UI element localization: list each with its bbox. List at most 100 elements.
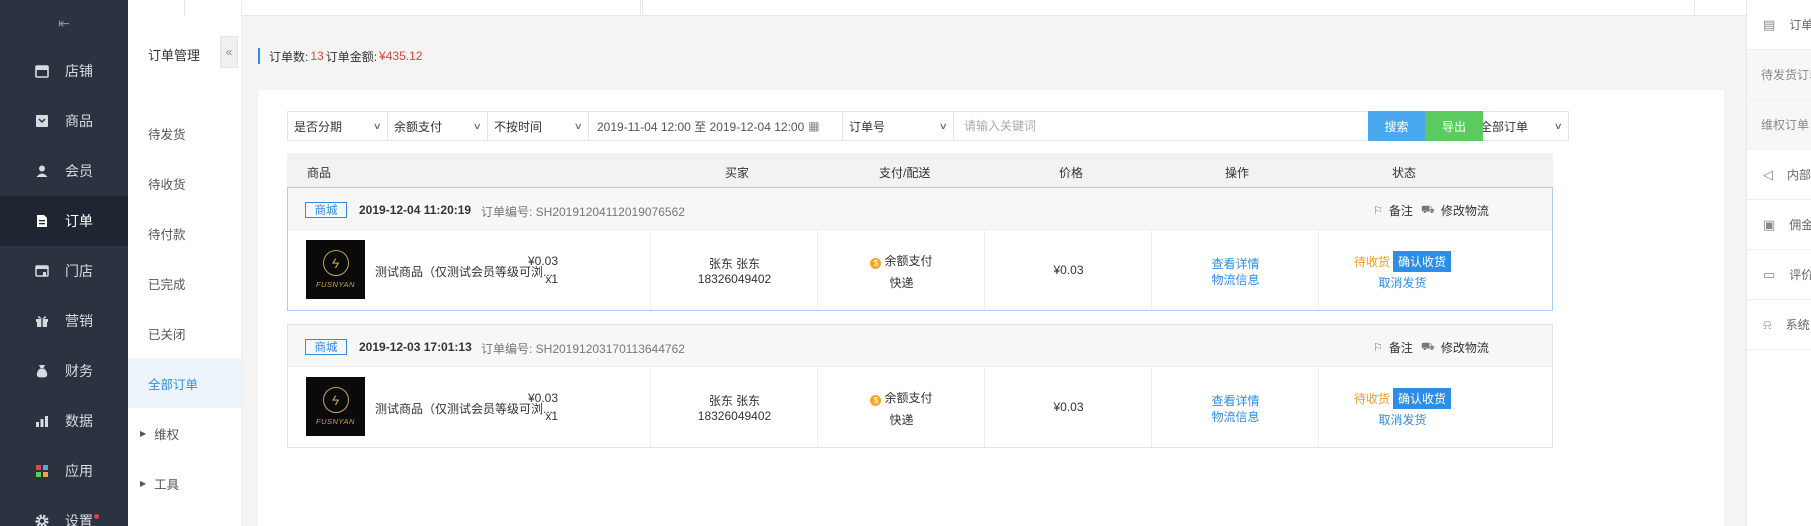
top-bar bbox=[184, 0, 1746, 16]
product-name[interactable]: 测试商品（仅测试会员等级可浏... bbox=[375, 263, 553, 280]
member-icon bbox=[33, 162, 51, 180]
sidebar-item-label: 应用 bbox=[65, 463, 93, 479]
submenu-item-rights[interactable]: ▶ 维权 bbox=[128, 408, 241, 458]
sidebar-item-store[interactable]: 店铺 bbox=[0, 46, 128, 96]
remark-button[interactable]: ⚐ 备注 bbox=[1373, 339, 1413, 356]
right-panel-label: 佣金 bbox=[1789, 218, 1811, 232]
date-range-picker[interactable]: 2019-11-04 12:00 至 2019-12-04 12:00 ▦ bbox=[589, 112, 843, 140]
select-value: 是否分期 bbox=[294, 119, 343, 134]
payment-select[interactable]: 余额支付 ∨ bbox=[388, 112, 488, 140]
submenu-item-tools[interactable]: ▶ 工具 bbox=[128, 458, 241, 508]
collapse-menu-icon[interactable]: ⇤ bbox=[0, 0, 128, 46]
sidebar-item-label: 设置 bbox=[65, 513, 93, 526]
view-details-link[interactable]: 查看详情 bbox=[1152, 392, 1319, 409]
confirm-receipt-button[interactable]: 确认收货 bbox=[1393, 388, 1452, 409]
sidebar-item-members[interactable]: 会员 bbox=[0, 146, 128, 196]
right-panel-item-commission[interactable]: ▣ 佣金 bbox=[1747, 200, 1811, 250]
logistics-info-link[interactable]: 物流信息 bbox=[1152, 408, 1319, 425]
right-panel-item-reviews[interactable]: ▭ 评价 bbox=[1747, 250, 1811, 300]
sidebar-item-products[interactable]: 商品 bbox=[0, 96, 128, 146]
submenu-item-pending-payment[interactable]: 待付款 bbox=[128, 208, 241, 258]
edit-logistics-button[interactable]: ⛟ 修改物流 bbox=[1421, 202, 1489, 219]
column-header-product: 商品 bbox=[307, 166, 332, 180]
view-details-link[interactable]: 查看详情 bbox=[1152, 255, 1319, 272]
product-name[interactable]: 测试商品（仅测试会员等级可浏... bbox=[375, 400, 553, 417]
column-header-status: 状态 bbox=[1392, 166, 1417, 180]
export-button[interactable]: 导出 bbox=[1425, 111, 1483, 141]
apps-icon bbox=[33, 462, 51, 480]
sidebar-item-label: 营销 bbox=[65, 313, 93, 329]
flag-icon: ⚐ bbox=[1373, 205, 1383, 217]
installment-select[interactable]: 是否分期 ∨ bbox=[288, 112, 388, 140]
remark-label: 备注 bbox=[1388, 204, 1413, 218]
sidebar-item-data[interactable]: 数据 bbox=[0, 396, 128, 446]
search-button[interactable]: 搜索 bbox=[1368, 111, 1425, 141]
cancel-shipment-link[interactable]: 取消发货 bbox=[1319, 411, 1486, 428]
submenu-item-closed[interactable]: 已关闭 bbox=[128, 308, 241, 358]
right-panel-item-internal[interactable]: ◁ 内部 bbox=[1747, 150, 1811, 200]
confirm-receipt-button[interactable]: 确认收货 bbox=[1393, 251, 1452, 272]
remark-button[interactable]: ⚐ 备注 bbox=[1373, 202, 1413, 219]
order-row: 商城 2019-12-04 11:20:19 订单编号: SH201912041… bbox=[287, 187, 1553, 311]
collapse-submenu-button[interactable]: « bbox=[220, 36, 238, 68]
sidebar-item-marketing[interactable]: 营销 bbox=[0, 296, 128, 346]
time-select[interactable]: 不按时间 ∨ bbox=[488, 112, 589, 140]
order-header: 商城 2019-12-03 17:01:13 订单编号: SH201912031… bbox=[288, 325, 1552, 367]
right-quick-panel: ▤ 订单 待发货订单 维权订单 ◁ 内部 ▣ 佣金 ▭ 评价 ⍾ 系统 bbox=[1746, 0, 1811, 526]
caret-right-icon: ▶ bbox=[140, 478, 147, 488]
submenu-item-all-orders[interactable]: 全部订单 bbox=[128, 358, 241, 408]
product-quantity: x1 bbox=[545, 409, 558, 423]
operation-cell: 查看详情 物流信息 bbox=[1152, 230, 1319, 310]
payment-cell: $ 余额支付 快递 bbox=[818, 367, 985, 447]
right-panel-item-system[interactable]: ⍾ 系统 bbox=[1747, 300, 1811, 350]
sidebar-item-finance[interactable]: 财务 bbox=[0, 346, 128, 396]
search-field-select[interactable]: 订单号 ∨ bbox=[843, 112, 954, 140]
store-icon bbox=[33, 62, 51, 80]
sidebar-item-settings[interactable]: 设置 bbox=[0, 496, 128, 526]
product-unit-price: ¥0.03 bbox=[528, 391, 559, 405]
lightning-icon: ϟ bbox=[322, 387, 349, 413]
order-count-label: 订单数: bbox=[269, 49, 309, 64]
product-thumbnail[interactable]: ϟ FUSNYAN bbox=[306, 240, 365, 299]
product-thumbnail[interactable]: ϟ FUSNYAN bbox=[306, 377, 365, 436]
order-amount-label: 订单金额: bbox=[325, 49, 378, 64]
order-row: 商城 2019-12-03 17:01:13 订单编号: SH201912031… bbox=[287, 324, 1553, 448]
payment-method: $ 余额支付 bbox=[818, 389, 985, 406]
order-price: ¥0.03 bbox=[1053, 263, 1084, 277]
sidebar-item-apps[interactable]: 应用 bbox=[0, 446, 128, 496]
select-value: 全部订单 bbox=[1480, 119, 1529, 134]
sidebar-item-orders[interactable]: 订单 bbox=[0, 196, 128, 246]
buyer-phone: 18326049402 bbox=[697, 272, 772, 286]
price-cell: ¥0.03 bbox=[985, 367, 1152, 447]
chevron-down-icon: ∨ bbox=[1554, 120, 1564, 131]
status-line: 待收货 确认收货 bbox=[1319, 251, 1486, 272]
order-number: 订单编号: SH20191203170113644762 bbox=[481, 342, 685, 356]
submenu-item-pending-receipt[interactable]: 待收货 bbox=[128, 158, 241, 208]
order-price: ¥0.03 bbox=[1053, 400, 1084, 414]
payment-method-label: 余额支付 bbox=[884, 254, 933, 268]
order-source-tag: 商城 bbox=[305, 339, 347, 355]
comment-icon: ▭ bbox=[1763, 266, 1776, 282]
sidebar-item-label: 会员 bbox=[65, 163, 93, 179]
main-sidebar: ⇤ 店铺 商品 会员 订单 门店 营销 财务 数据 应用 设置 bbox=[0, 0, 128, 526]
order-body: ϟ FUSNYAN 测试商品（仅测试会员等级可浏... ¥0.03 x1 张东 … bbox=[288, 230, 1552, 310]
order-submenu: 订单管理 待发货 待收货 待付款 已完成 已关闭 全部订单 ▶ 维权 ▶ 工具 bbox=[128, 0, 242, 526]
status-cell: 待收货 确认收货 取消发货 bbox=[1319, 230, 1552, 310]
buyer-name: 张东 张东 bbox=[708, 394, 761, 408]
logistics-info-link[interactable]: 物流信息 bbox=[1152, 271, 1319, 288]
sidebar-item-label: 店铺 bbox=[65, 63, 93, 79]
right-panel-item-rights-orders[interactable]: 维权订单 bbox=[1747, 100, 1811, 150]
order-body: ϟ FUSNYAN 测试商品（仅测试会员等级可浏... ¥0.03 x1 张东 … bbox=[288, 367, 1552, 447]
notification-dot bbox=[94, 514, 99, 519]
submenu-item-pending-shipment[interactable]: 待发货 bbox=[128, 108, 241, 158]
right-panel-item-pending-shipment[interactable]: 待发货订单 bbox=[1747, 50, 1811, 100]
submenu-item-completed[interactable]: 已完成 bbox=[128, 258, 241, 308]
sidebar-item-shops[interactable]: 门店 bbox=[0, 246, 128, 296]
column-header-operation: 操作 bbox=[1225, 166, 1250, 180]
cancel-shipment-link[interactable]: 取消发货 bbox=[1319, 274, 1486, 291]
right-panel-item-orders[interactable]: ▤ 订单 bbox=[1747, 0, 1811, 50]
order-scope-select[interactable]: 全部订单 ∨ bbox=[1474, 112, 1568, 140]
edit-logistics-button[interactable]: ⛟ 修改物流 bbox=[1421, 339, 1489, 356]
order-datetime: 2019-12-04 11:20:19 bbox=[359, 203, 472, 217]
payment-method: $ 余额支付 bbox=[818, 252, 985, 269]
